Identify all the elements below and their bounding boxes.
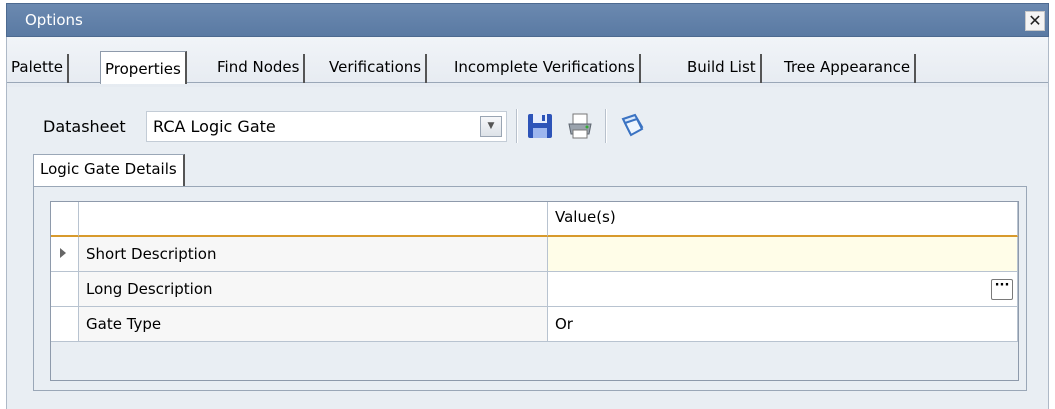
row-selector-header xyxy=(51,202,79,237)
tab-palette[interactable]: Palette xyxy=(7,54,69,83)
toolbar-separator xyxy=(516,109,518,143)
tab-verifications[interactable]: Verifications xyxy=(325,54,428,83)
row-selector[interactable] xyxy=(51,237,79,272)
row-selector[interactable] xyxy=(51,272,79,307)
toolbar-separator xyxy=(605,109,607,143)
close-icon: ✕ xyxy=(1028,11,1042,30)
property-name: Long Description xyxy=(79,272,548,307)
tab-properties[interactable]: Properties xyxy=(100,51,187,84)
logic-gate-details-panel: Value(s) Short Description Long Descript… xyxy=(33,186,1027,391)
datasheet-value: RCA Logic Gate xyxy=(153,117,276,136)
properties-panel: Datasheet RCA Logic Gate ▼ Logic Gate De… xyxy=(6,87,1049,409)
property-name: Gate Type xyxy=(79,307,548,342)
window-title: Options xyxy=(25,11,83,29)
chevron-down-icon[interactable]: ▼ xyxy=(480,116,502,137)
tab-find-nodes[interactable]: Find Nodes xyxy=(213,54,306,83)
short-description-field[interactable] xyxy=(548,237,1018,272)
datasheet-select[interactable]: RCA Logic Gate ▼ xyxy=(146,111,507,142)
long-description-field[interactable]: ··· xyxy=(548,272,1018,307)
tab-strip: Palette Properties Find Nodes Verificati… xyxy=(6,37,1049,87)
save-icon[interactable] xyxy=(525,111,555,141)
ellipsis-button[interactable]: ··· xyxy=(991,279,1013,300)
properties-grid: Value(s) Short Description Long Descript… xyxy=(50,201,1019,381)
table-row[interactable]: Long Description ··· xyxy=(51,272,1018,307)
current-row-icon xyxy=(60,248,66,258)
close-button[interactable]: ✕ xyxy=(1025,11,1045,31)
datasheet-label: Datasheet xyxy=(43,117,126,136)
title-bar: Options ✕ xyxy=(6,3,1049,37)
row-selector[interactable] xyxy=(51,307,79,342)
column-header-name xyxy=(79,202,548,237)
column-header-values: Value(s) xyxy=(548,202,1018,237)
gate-type-field[interactable]: Or xyxy=(548,307,1018,342)
tab-incomplete-verifications[interactable]: Incomplete Verifications xyxy=(450,54,641,83)
print-icon[interactable] xyxy=(565,111,595,141)
table-row[interactable]: Short Description xyxy=(51,237,1018,272)
tab-logic-gate-details[interactable]: Logic Gate Details xyxy=(33,154,185,187)
datasheet-icon[interactable] xyxy=(617,111,647,141)
tab-tree-appearance[interactable]: Tree Appearance xyxy=(780,54,917,83)
table-row[interactable]: Gate Type Or xyxy=(51,307,1018,342)
grid-empty-area xyxy=(51,342,1018,380)
property-name: Short Description xyxy=(79,237,548,272)
grid-header-row: Value(s) xyxy=(51,202,1018,237)
tab-build-list[interactable]: Build List xyxy=(683,54,762,83)
